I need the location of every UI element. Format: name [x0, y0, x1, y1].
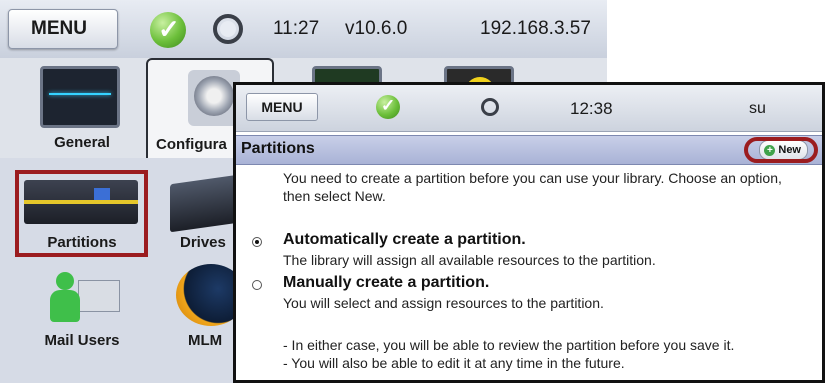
- back-header-bar: MENU ✓ 11:27 v10.6.0 192.168.3.57: [0, 0, 607, 59]
- note-line: - In either case, you will be able to re…: [283, 337, 735, 353]
- new-button-highlight: [744, 137, 818, 163]
- sync-icon[interactable]: [481, 98, 499, 116]
- tab-label: General: [54, 134, 110, 151]
- tile-label: Mail Users: [44, 332, 120, 349]
- version-label: v10.6.0: [345, 18, 408, 39]
- section-title: Partitions: [241, 140, 315, 157]
- partitions-dialog: MENU ✓ 12:38 su Partitions + New You nee…: [233, 82, 825, 383]
- partitions-title-bar: Partitions + New: [236, 135, 822, 165]
- manual-radio[interactable]: [252, 280, 262, 290]
- front-header-bar: MENU ✓ 12:38 su: [236, 85, 822, 132]
- status-check-icon[interactable]: ✓: [376, 95, 400, 119]
- auto-radio[interactable]: [252, 237, 262, 247]
- note-line: - You will also be able to edit it at an…: [283, 355, 625, 371]
- intro-text: You need to create a partition before yo…: [283, 170, 782, 204]
- partitions-highlight: [15, 170, 148, 257]
- status-check-icon[interactable]: ✓: [150, 12, 186, 48]
- monitor-pulse-icon: [40, 66, 120, 128]
- mail-user-icon: [42, 272, 122, 322]
- option-desc: The library will assign all available re…: [283, 252, 656, 268]
- clock-time: 11:27: [273, 18, 320, 39]
- clock-time: 12:38: [570, 99, 613, 118]
- user-label: su: [749, 100, 766, 117]
- option-title[interactable]: Automatically create a partition.: [283, 231, 526, 249]
- option-desc: You will select and assign resources to …: [283, 295, 604, 311]
- option-title[interactable]: Manually create a partition.: [283, 274, 489, 292]
- menu-button[interactable]: MENU: [246, 93, 318, 121]
- ip-address: 192.168.3.57: [480, 18, 591, 39]
- tab-general[interactable]: General: [18, 58, 146, 158]
- sync-icon[interactable]: [213, 14, 243, 44]
- menu-button[interactable]: MENU: [8, 9, 118, 49]
- mail-users-tile[interactable]: Mail Users: [18, 262, 146, 349]
